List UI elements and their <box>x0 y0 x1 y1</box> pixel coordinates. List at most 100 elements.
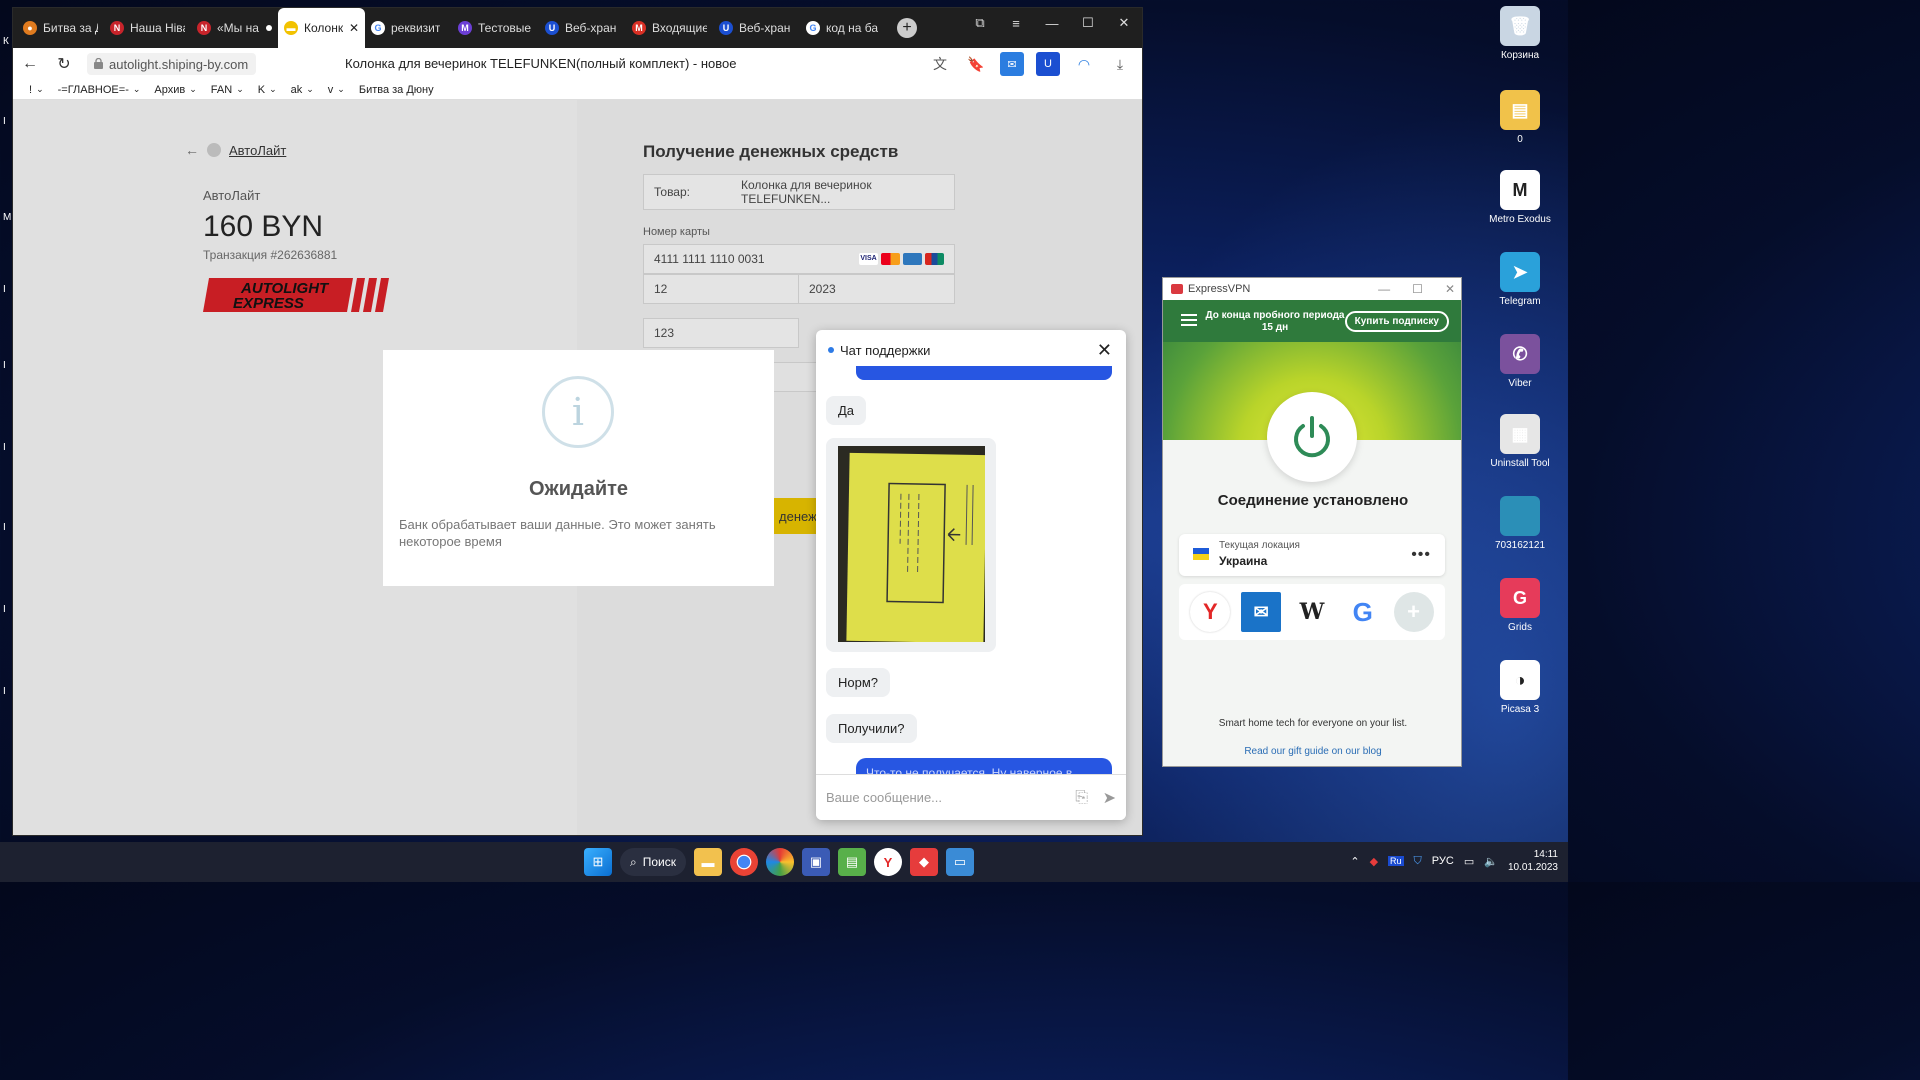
tab-0[interactable]: ● Битва за Д <box>17 8 104 48</box>
shield-icon[interactable]: ⛉ <box>1414 855 1422 868</box>
cvv-input[interactable]: 123 <box>643 318 799 348</box>
close-window-button[interactable]: ✕ <box>1445 282 1455 296</box>
taskbar-search[interactable]: ⌕ Поиск <box>620 848 686 876</box>
payment-title: Получение денежных средств <box>643 142 899 161</box>
send-icon[interactable]: ➤ <box>1103 788 1116 808</box>
volume-icon[interactable]: 🔈 <box>1484 855 1498 868</box>
desktop-icon[interactable]: G Grids <box>1484 578 1556 634</box>
desktop-icon[interactable]: ➤ Telegram <box>1484 252 1556 308</box>
online-indicator-icon <box>828 347 834 353</box>
desktop-icon[interactable]: ▤ 0 <box>1484 90 1556 146</box>
language-badge[interactable]: Ru <box>1388 856 1404 866</box>
close-window-button[interactable]: ✕ <box>1106 8 1142 38</box>
tab-6[interactable]: U Веб-хран <box>539 8 626 48</box>
anydesk-icon[interactable]: ◆ <box>910 848 938 876</box>
tab-favicon-icon: N <box>110 21 124 35</box>
expressvpn-window: ExpressVPN — ☐ ✕ До конца пробного перио… <box>1162 277 1462 767</box>
tab-4[interactable]: Gреквизит <box>365 8 452 48</box>
mail-extension-icon[interactable]: ✉ <box>1000 52 1024 76</box>
minimize-button[interactable]: — <box>1378 282 1390 296</box>
bookmark-icon[interactable]: 🔖 <box>964 52 988 76</box>
tab-9[interactable]: Gкод на ба <box>800 8 887 48</box>
merchant-link[interactable]: АвтоЛайт <box>229 143 286 158</box>
chat-photo-message[interactable] <box>826 438 996 652</box>
url-field[interactable]: autolight.shiping-by.com <box>87 53 257 75</box>
chat-input-placeholder: Ваше сообщение... <box>826 790 943 805</box>
expiry-year-input[interactable]: 2023 <box>798 274 955 304</box>
buy-subscription-button[interactable]: Купить подписку <box>1344 311 1449 332</box>
yandex-browser-icon[interactable]: Y <box>874 848 902 876</box>
expiry-month-input[interactable]: 12 <box>643 274 799 304</box>
translate-icon[interactable]: 文 <box>928 52 952 76</box>
desktop-icon[interactable]: 703162121 <box>1484 496 1556 552</box>
tab-1[interactable]: N Наша Ніва <box>104 8 191 48</box>
bookmark-item[interactable]: ! <box>29 84 32 96</box>
input-language[interactable]: РУС <box>1432 855 1454 867</box>
notepad-icon[interactable]: ▤ <box>838 848 866 876</box>
tab-5[interactable]: M Тестовые <box>452 8 539 48</box>
desktop-icon[interactable]: ▦ Uninstall Tool <box>1484 414 1556 470</box>
chevron-down-icon: ⌄ <box>337 84 345 94</box>
new-tab-button[interactable]: + <box>897 18 917 38</box>
start-windows-icon[interactable]: ⊞ <box>584 848 612 876</box>
clock[interactable]: 14:11 10.01.2023 <box>1508 848 1558 874</box>
tab-close-icon[interactable]: ✕ <box>349 21 359 35</box>
file-explorer-icon[interactable]: ▬ <box>694 848 722 876</box>
reload-icon[interactable]: ↻ <box>47 54 81 74</box>
download-icon[interactable]: ⤓ <box>1108 52 1132 76</box>
attach-icon[interactable]: ⎘ <box>1075 789 1088 807</box>
maximize-button[interactable]: ☐ <box>1070 8 1106 38</box>
tab-unread-dot-icon <box>266 25 272 31</box>
current-location-card[interactable]: Текущая локация Украина ••• <box>1179 534 1445 576</box>
remote-desktop-icon[interactable]: ▭ <box>946 848 974 876</box>
chat-message: Получили? <box>826 714 917 743</box>
tab-8[interactable]: U Веб-хран <box>713 8 800 48</box>
anydesk-tray-icon[interactable]: ◆ <box>1370 855 1378 868</box>
collections-icon[interactable]: ⧉ <box>962 8 998 38</box>
vpn-extension-icon[interactable]: ◠ <box>1072 52 1096 76</box>
tab-favicon-icon: ● <box>23 21 37 35</box>
modal-text: Банк обрабатывает ваши данные. Это может… <box>399 517 716 549</box>
vpn-promo-link[interactable]: Read our gift guide on our blog <box>1163 746 1461 757</box>
desktop-icon[interactable]: M Metro Exodus <box>1484 170 1556 226</box>
hamburger-menu-icon[interactable] <box>1181 314 1197 329</box>
mail-shortcut-icon[interactable]: ✉ <box>1241 592 1282 632</box>
bookmark-item[interactable]: FAN <box>211 84 232 96</box>
tab-favicon-icon: G <box>371 21 385 35</box>
tab-label: Веб-хран <box>565 21 617 35</box>
chevron-up-icon[interactable]: ⌃ <box>1350 855 1359 868</box>
network-icon[interactable]: ▭ <box>1464 855 1474 868</box>
tab-3[interactable]: ▬ Колонк ✕ <box>278 8 365 48</box>
desktop-icon[interactable]: ✆ Viber <box>1484 334 1556 390</box>
chrome-icon[interactable] <box>730 848 758 876</box>
desktop-icon[interactable]: ◑ Picasa 3 <box>1484 660 1556 716</box>
bookmark-item[interactable]: ak <box>291 84 303 96</box>
chat-title: Чат поддержки <box>840 342 931 358</box>
wikipedia-shortcut-icon[interactable]: W <box>1292 592 1332 632</box>
minimize-button[interactable]: — <box>1034 8 1070 38</box>
bookmark-item[interactable]: Архив <box>154 84 185 96</box>
save-disk-icon[interactable]: ▣ <box>802 848 830 876</box>
add-shortcut-icon[interactable]: + <box>1393 592 1434 632</box>
tab-2[interactable]: N «Мы на <box>191 8 278 48</box>
maximize-button[interactable]: ☐ <box>1412 282 1423 296</box>
picasa-icon[interactable] <box>766 848 794 876</box>
bookmark-item[interactable]: K <box>258 84 265 96</box>
bookmark-item[interactable]: -=ГЛАВНОЕ=- <box>58 84 129 96</box>
menu-icon[interactable]: ≡ <box>998 8 1034 38</box>
more-options-icon[interactable]: ••• <box>1411 546 1431 564</box>
back-arrow-icon[interactable]: ← <box>13 55 47 73</box>
bookmark-item[interactable]: Битва за Дюну <box>359 84 434 96</box>
tab-7[interactable]: M Входящие <box>626 8 713 48</box>
card-number-input[interactable]: 4111 1111 1110 0031 VISA <box>643 244 955 274</box>
yandex-shortcut-icon[interactable]: Y <box>1190 592 1231 632</box>
desktop-icon[interactable]: 🗑 Корзина <box>1484 6 1556 62</box>
bitwarden-extension-icon[interactable]: U <box>1036 52 1060 76</box>
back-link[interactable]: ← АвтоЛайт <box>185 142 286 158</box>
google-shortcut-icon[interactable]: G <box>1343 592 1383 632</box>
power-button[interactable] <box>1267 392 1357 482</box>
close-icon[interactable]: ✕ <box>1097 340 1112 361</box>
bookmark-item[interactable]: v <box>328 84 334 96</box>
chat-message-input[interactable]: Ваше сообщение... ⎘ ➤ <box>816 774 1126 820</box>
back-arrow-icon: ← <box>185 142 199 158</box>
